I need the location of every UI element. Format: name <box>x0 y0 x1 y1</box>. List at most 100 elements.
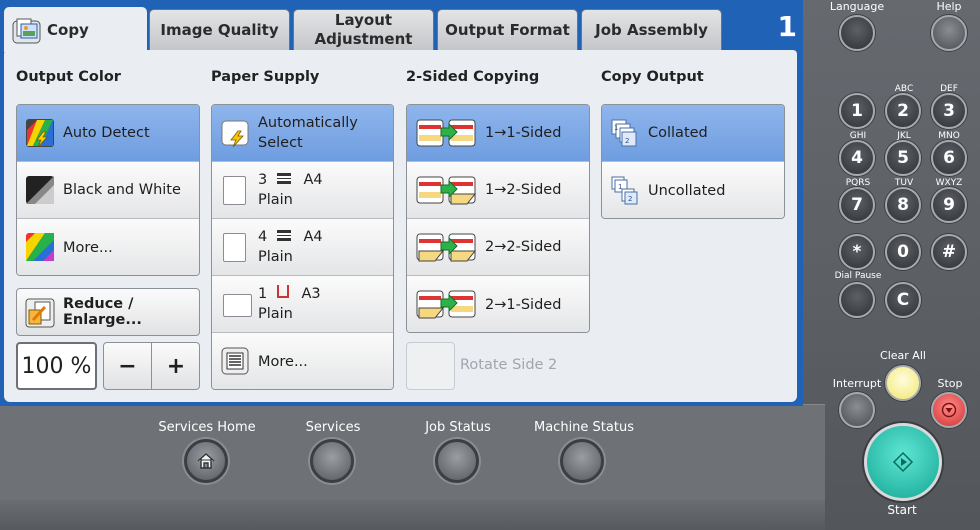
option-label: Auto Detect <box>63 125 150 141</box>
option-label: More... <box>63 239 113 256</box>
interrupt-label: Interrupt <box>832 377 882 390</box>
two-sided-group: 1→1-Sided 1→2-Sided 2→2-Sided 2→1-Sided <box>406 104 590 333</box>
tab-copy[interactable]: Copy <box>4 7 147 52</box>
machine-status-button[interactable] <box>560 439 604 483</box>
machine-status-label: Machine Status <box>534 420 634 435</box>
services-button[interactable] <box>310 439 354 483</box>
paper-list-icon <box>221 347 249 375</box>
auto-paper-icon <box>221 120 249 148</box>
option-label: 4 A4 Plain <box>258 229 323 265</box>
start-button[interactable] <box>864 423 942 501</box>
svg-text:2: 2 <box>625 137 629 145</box>
services-home-label: Services Home <box>158 420 256 435</box>
key-3[interactable]: 3 <box>931 93 967 129</box>
uncollated-icon: 12 <box>611 176 638 205</box>
auto-detect-option[interactable]: Auto Detect <box>17 105 199 162</box>
services-home-button[interactable] <box>184 439 228 483</box>
color-more-icon <box>26 233 54 261</box>
dial-pause-label: Dial Pause <box>834 271 882 281</box>
auto-select-option[interactable]: Automatically Select <box>212 105 393 162</box>
key-star[interactable]: * <box>839 234 875 270</box>
tray-1-option[interactable]: 1 A3 Plain <box>212 276 393 333</box>
paper-icon <box>223 176 246 205</box>
tab-label: Copy <box>47 20 89 39</box>
clear-all-button[interactable] <box>885 365 921 401</box>
touch-screen: Copy Image Quality Layout Adjustment Out… <box>0 0 803 406</box>
clear-all-label: Clear All <box>880 349 926 362</box>
job-status-button[interactable] <box>435 439 479 483</box>
one-to-one-sided-option[interactable]: 1→1-Sided <box>407 105 589 162</box>
option-label: 1→2-Sided <box>485 182 562 198</box>
one-to-two-sided-icon <box>416 176 477 205</box>
output-color-group: Auto Detect Black and White More... <box>16 104 200 276</box>
option-label: 2→2-Sided <box>485 239 562 255</box>
tray-3-option[interactable]: 3 A4 Plain <box>212 162 393 219</box>
collated-option[interactable]: 12 Collated <box>602 105 784 162</box>
reduce-enlarge-button[interactable]: Reduce / Enlarge... <box>16 288 200 336</box>
start-label: Start <box>887 503 917 517</box>
tray-icon <box>276 173 291 184</box>
copy-output-group: 12 Collated 12 Uncollated <box>601 104 785 219</box>
tab-image-quality[interactable]: Image Quality <box>149 9 290 50</box>
zoom-increase-button[interactable]: + <box>152 343 200 389</box>
svg-text:1: 1 <box>618 183 622 191</box>
zoom-stepper: − + <box>103 342 200 390</box>
two-sided-heading: 2-Sided Copying <box>406 69 540 85</box>
tab-label: Job Assembly <box>595 20 708 39</box>
uncollated-option[interactable]: 12 Uncollated <box>602 162 784 218</box>
dial-pause-button[interactable] <box>839 282 875 318</box>
tray-4-option[interactable]: 4 A4 Plain <box>212 219 393 276</box>
key-7[interactable]: 7 <box>839 187 875 223</box>
tab-label: Output Format <box>445 20 570 39</box>
tab-layout-adjustment[interactable]: Layout Adjustment <box>293 9 434 50</box>
two-to-one-sided-option[interactable]: 2→1-Sided <box>407 276 589 332</box>
help-button[interactable] <box>931 15 967 51</box>
clear-button[interactable]: C <box>885 282 921 318</box>
tray-icon <box>276 230 291 241</box>
two-to-two-sided-option[interactable]: 2→2-Sided <box>407 219 589 276</box>
black-white-icon <box>26 176 54 204</box>
key-8[interactable]: 8 <box>885 187 921 223</box>
key-0[interactable]: 0 <box>885 234 921 270</box>
key-9[interactable]: 9 <box>931 187 967 223</box>
key-4[interactable]: 4 <box>839 140 875 176</box>
svg-text:2: 2 <box>628 195 632 203</box>
one-to-two-sided-option[interactable]: 1→2-Sided <box>407 162 589 219</box>
interrupt-button[interactable] <box>839 392 875 428</box>
key-hash[interactable]: # <box>931 234 967 270</box>
tab-output-format[interactable]: Output Format <box>437 9 578 50</box>
services-label: Services <box>305 420 361 435</box>
option-label: Automatically Select <box>258 115 358 151</box>
rotate-side-2-checkbox[interactable] <box>406 342 455 390</box>
zoom-decrease-button[interactable]: − <box>104 343 152 389</box>
bypass-tray-icon <box>276 285 289 298</box>
paper-supply-heading: Paper Supply <box>211 69 320 85</box>
language-button[interactable] <box>839 15 875 51</box>
copy-icon <box>12 18 41 44</box>
key-6[interactable]: 6 <box>931 140 967 176</box>
option-label: 3 A4 Plain <box>258 172 323 208</box>
help-label: Help <box>936 0 962 13</box>
tab-label: Layout Adjustment <box>314 11 413 48</box>
two-to-one-sided-icon <box>416 290 476 319</box>
stop-icon <box>941 402 957 418</box>
copy-output-heading: Copy Output <box>601 69 704 85</box>
zoom-value-field[interactable]: 100 % <box>16 342 97 390</box>
key-2[interactable]: 2 <box>885 93 921 129</box>
option-label: Black and White <box>63 182 181 198</box>
job-status-label: Job Status <box>425 420 491 435</box>
black-white-option[interactable]: Black and White <box>17 162 199 219</box>
key-5[interactable]: 5 <box>885 140 921 176</box>
language-label: Language <box>829 0 885 13</box>
option-label: 2→1-Sided <box>485 296 562 313</box>
key-1[interactable]: 1 <box>839 93 875 129</box>
auto-color-icon <box>26 119 54 148</box>
paper-more-option[interactable]: More... <box>212 333 393 389</box>
color-more-option[interactable]: More... <box>17 219 199 275</box>
stop-button[interactable] <box>931 392 967 428</box>
paper-icon <box>223 233 246 262</box>
tab-job-assembly[interactable]: Job Assembly <box>581 9 722 50</box>
home-icon <box>197 453 215 469</box>
option-label: Collated <box>648 125 708 141</box>
option-label: 1 A3 Plain <box>258 285 321 322</box>
